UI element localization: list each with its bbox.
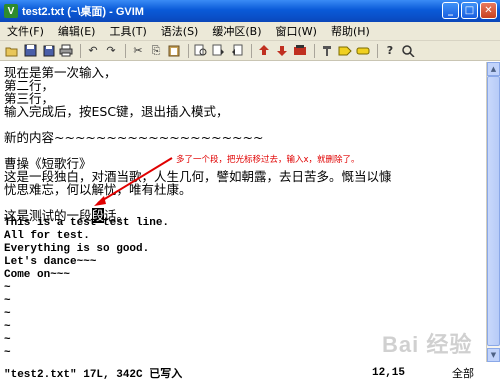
scroll-down-icon[interactable]: ▼ xyxy=(487,348,500,362)
scroll-up-icon[interactable]: ▲ xyxy=(487,62,500,76)
status-line: "test2.txt" 17L, 342C 已写入 12,15 全部 xyxy=(0,362,500,383)
annotation-text: 多了一个段，把光标移过去，输入x，就删除了。 xyxy=(176,155,360,165)
baidu-watermark: Bai 经验 xyxy=(382,332,473,357)
status-message: "test2.txt" 17L, 342C 已写入 xyxy=(4,368,183,381)
scroll-thumb[interactable] xyxy=(487,76,500,346)
cursor-position: 12,15 xyxy=(372,366,406,379)
vertical-scrollbar[interactable]: ▲ ▼ xyxy=(486,62,500,362)
annotation-arrow xyxy=(94,157,173,206)
scroll-indicator: 全部 xyxy=(452,366,474,380)
